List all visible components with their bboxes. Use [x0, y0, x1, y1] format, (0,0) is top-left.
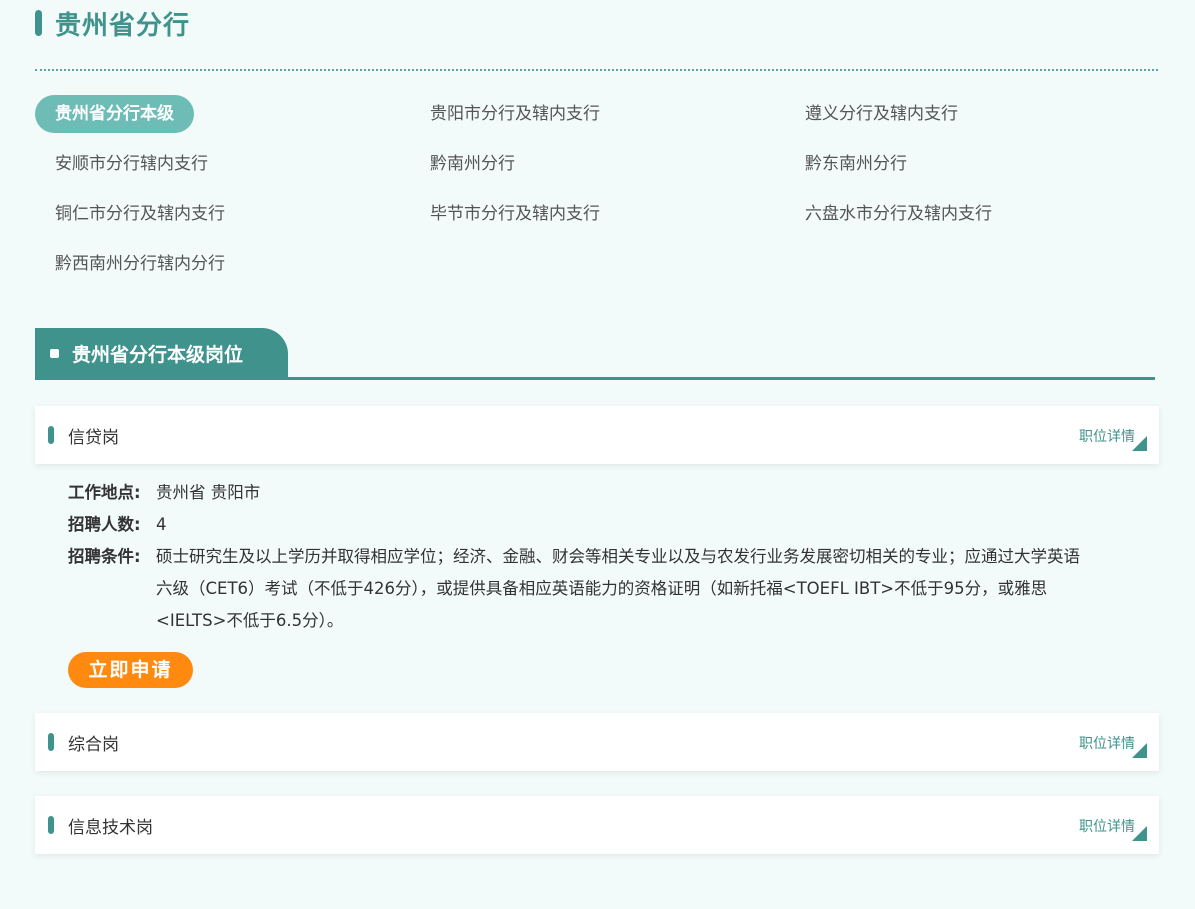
job-title: 综合岗 [68, 734, 119, 755]
branch-anshun[interactable]: 安顺市分行辖内支行 [55, 145, 208, 183]
section-square-icon [50, 348, 59, 358]
job-requirements-row: 招聘条件: 硕士研究生及以上学历并取得相应学位；经济、金融、财会等相关专业以及与… [68, 541, 1098, 641]
location-value: 贵州省 贵阳市 [156, 483, 261, 502]
job-count-row: 招聘人数: 4 [68, 509, 1098, 541]
branch-tongren[interactable]: 铜仁市分行及辖内支行 [55, 195, 225, 233]
requirements-value: 硕士研究生及以上学历并取得相应学位；经济、金融、财会等相关专业以及与农发行业务发… [156, 547, 1080, 630]
job-card-credit[interactable]: 信贷岗 职位详情 [35, 406, 1159, 464]
branch-qianxinan[interactable]: 黔西南州分行辖内分行 [55, 245, 225, 283]
section-underline [35, 377, 1155, 380]
branch-bijie[interactable]: 毕节市分行及辖内支行 [430, 195, 600, 233]
branch-zunyi[interactable]: 遵义分行及辖内支行 [805, 95, 958, 133]
apply-button[interactable]: 立即申请 [68, 652, 193, 688]
job-detail-link[interactable]: 职位详情 [1079, 426, 1135, 446]
job-card-it[interactable]: 信息技术岗 职位详情 [35, 796, 1159, 854]
job-detail-link[interactable]: 职位详情 [1079, 816, 1135, 836]
count-value: 4 [156, 515, 167, 534]
corner-triangle-icon [1132, 743, 1147, 758]
count-label: 招聘人数: [68, 515, 141, 534]
job-accent-bar [48, 733, 54, 751]
job-accent-bar [48, 426, 54, 444]
section-title: 贵州省分行本级岗位 [72, 343, 244, 366]
job-title: 信贷岗 [68, 427, 119, 448]
branch-provincial-level[interactable]: 贵州省分行本级 [35, 95, 194, 133]
section-tab: 贵州省分行本级岗位 [35, 328, 288, 378]
branch-guiyang[interactable]: 贵阳市分行及辖内支行 [430, 95, 600, 133]
branch-liupanshui[interactable]: 六盘水市分行及辖内支行 [805, 195, 992, 233]
corner-triangle-icon [1132, 436, 1147, 451]
header-divider [35, 69, 1158, 71]
page-title: 贵州省分行 [55, 10, 191, 41]
branch-qiannan[interactable]: 黔南州分行 [430, 145, 515, 183]
job-location-row: 工作地点: 贵州省 贵阳市 [68, 477, 1098, 509]
header-accent-bar [35, 10, 42, 36]
job-title: 信息技术岗 [68, 817, 153, 838]
job-accent-bar [48, 816, 54, 834]
location-label: 工作地点: [68, 483, 141, 502]
requirements-label: 招聘条件: [68, 547, 141, 566]
branch-qiandongnan[interactable]: 黔东南州分行 [805, 145, 907, 183]
page-header: 贵州省分行 [35, 6, 191, 41]
job-detail-link[interactable]: 职位详情 [1079, 733, 1135, 753]
corner-triangle-icon [1132, 826, 1147, 841]
job-card-general[interactable]: 综合岗 职位详情 [35, 713, 1159, 771]
